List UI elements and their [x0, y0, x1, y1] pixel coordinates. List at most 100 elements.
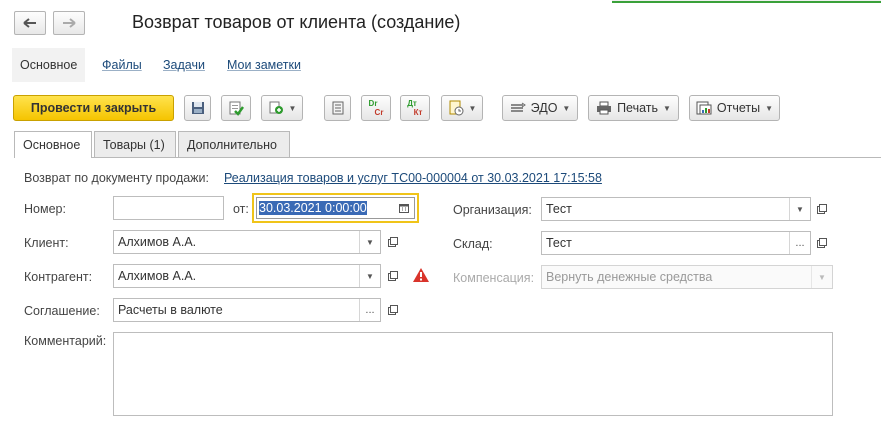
agreement-label: Соглашение:	[24, 304, 100, 318]
date-value: 30.03.2021 0:00:00	[259, 201, 367, 215]
kt-label: Кт	[413, 108, 423, 117]
tab-divider	[14, 157, 881, 158]
attachments-button[interactable]: ▼	[441, 95, 483, 121]
dr-label: Dr	[368, 99, 378, 108]
edo-icon	[510, 102, 526, 112]
create-based-on-button[interactable]: ▼	[261, 95, 303, 121]
print-button[interactable]: Печать ▼	[588, 95, 679, 121]
open-item-icon	[817, 238, 827, 248]
chevron-down-icon: ▼	[366, 271, 374, 281]
agreement-select-button[interactable]: ...	[359, 299, 380, 321]
compensation-select: Вернуть денежные средства ▼	[541, 265, 833, 289]
compensation-label: Компенсация:	[453, 271, 535, 285]
edo-label: ЭДО	[530, 101, 558, 115]
document-list-icon	[332, 101, 343, 115]
agreement-input[interactable]: Расчеты в валюте ...	[113, 298, 381, 322]
chevron-down-icon: ▼	[288, 103, 297, 113]
arrow-right-icon	[63, 18, 76, 28]
chevron-down-icon: ▼	[818, 272, 826, 282]
organization-open-button[interactable]	[812, 198, 832, 220]
organization-label: Организация:	[453, 203, 532, 217]
organization-dropdown-button[interactable]: ▼	[789, 198, 810, 220]
print-label: Печать	[617, 101, 659, 115]
section-notes-label: Мои заметки	[227, 58, 301, 72]
chevron-down-icon: ▼	[562, 103, 571, 113]
number-input[interactable]	[113, 196, 224, 220]
page-title: Возврат товаров от клиента (создание)	[132, 12, 461, 32]
chevron-down-icon: ▼	[663, 103, 671, 113]
client-open-button[interactable]	[383, 231, 403, 253]
counterparty-dropdown-button[interactable]: ▼	[359, 265, 380, 287]
post-button[interactable]	[221, 95, 251, 121]
structure-button[interactable]	[324, 95, 351, 121]
chevron-down-icon: ▼	[366, 237, 374, 247]
organization-input[interactable]: Тест ▼	[541, 197, 811, 221]
tab-goods[interactable]: Товары (1)	[94, 131, 176, 157]
create-based-on-icon	[269, 101, 283, 114]
counterparty-value: Алхимов А.А.	[118, 269, 197, 283]
comment-textarea[interactable]	[113, 332, 833, 416]
calendar-button[interactable]	[394, 198, 414, 218]
counterparty-label: Контрагент:	[24, 270, 93, 284]
save-button[interactable]	[184, 95, 211, 121]
number-label: Номер:	[24, 202, 66, 216]
chevron-down-icon: ▼	[765, 103, 774, 113]
tab-goods-label: Товары (1)	[103, 137, 165, 152]
open-item-icon	[817, 204, 827, 214]
tab-additional[interactable]: Дополнительно	[178, 131, 290, 157]
post-document-icon	[229, 101, 244, 116]
back-button[interactable]	[14, 11, 46, 35]
section-notes[interactable]: Мои заметки	[219, 48, 309, 82]
chevron-down-icon: ▼	[468, 103, 477, 113]
save-icon	[191, 102, 204, 114]
agreement-open-button[interactable]	[383, 299, 403, 321]
client-input[interactable]: Алхимов А.А. ▼	[113, 230, 381, 254]
chevron-down-icon: ▼	[796, 204, 804, 214]
comment-label: Комментарий:	[24, 334, 107, 348]
edo-button[interactable]: ЭДО ▼	[502, 95, 578, 121]
counterparty-input[interactable]: Алхимов А.А. ▼	[113, 264, 381, 288]
open-item-icon	[388, 271, 398, 281]
warehouse-input[interactable]: Тест ...	[541, 231, 811, 255]
printer-icon	[597, 101, 612, 115]
section-tasks[interactable]: Задачи	[155, 48, 213, 82]
agreement-value: Расчеты в валюте	[118, 303, 223, 317]
calendar-icon	[399, 204, 409, 213]
open-item-icon	[388, 237, 398, 247]
tab-additional-label: Дополнительно	[187, 137, 277, 152]
document-clock-icon	[449, 100, 464, 116]
dt-kt-button[interactable]: Дт Кт	[400, 95, 430, 121]
section-files-label: Файлы	[102, 58, 142, 72]
cr-label: Cr	[374, 108, 384, 117]
reports-label: Отчеты	[716, 101, 761, 115]
basis-label: Возврат по документу продажи:	[24, 171, 210, 185]
counterparty-open-button[interactable]	[383, 265, 403, 287]
organization-value: Тест	[546, 202, 572, 216]
tab-main-label: Основное	[23, 138, 81, 152]
arrow-left-icon	[23, 18, 36, 28]
warehouse-select-button[interactable]: ...	[789, 232, 810, 254]
dt-label: Дт	[407, 99, 417, 108]
section-files[interactable]: Файлы	[94, 48, 150, 82]
warehouse-open-button[interactable]	[812, 232, 832, 254]
section-main-label: Основное	[20, 58, 78, 72]
report-icon	[696, 101, 712, 115]
forward-button[interactable]	[53, 11, 85, 35]
window-tab-strip	[612, 0, 881, 3]
compensation-value: Вернуть денежные средства	[546, 270, 713, 284]
date-input[interactable]: 30.03.2021 0:00:00	[256, 197, 415, 219]
client-label: Клиент:	[24, 236, 69, 250]
warehouse-label: Склад:	[453, 237, 493, 251]
tab-main[interactable]: Основное	[14, 131, 92, 158]
section-main[interactable]: Основное	[12, 48, 86, 82]
warehouse-value: Тест	[546, 236, 572, 250]
post-and-close-button[interactable]: Провести и закрыть	[13, 95, 174, 121]
open-item-icon	[388, 305, 398, 315]
reports-button[interactable]: Отчеты ▼	[689, 95, 780, 121]
section-tasks-label: Задачи	[163, 58, 205, 72]
dr-cr-button[interactable]: Dr Cr	[361, 95, 391, 121]
client-dropdown-button[interactable]: ▼	[359, 231, 380, 253]
date-label: от:	[233, 202, 249, 216]
basis-document-link[interactable]: Реализация товаров и услуг ТС00-000004 о…	[224, 171, 602, 185]
warning-icon[interactable]	[412, 267, 430, 283]
